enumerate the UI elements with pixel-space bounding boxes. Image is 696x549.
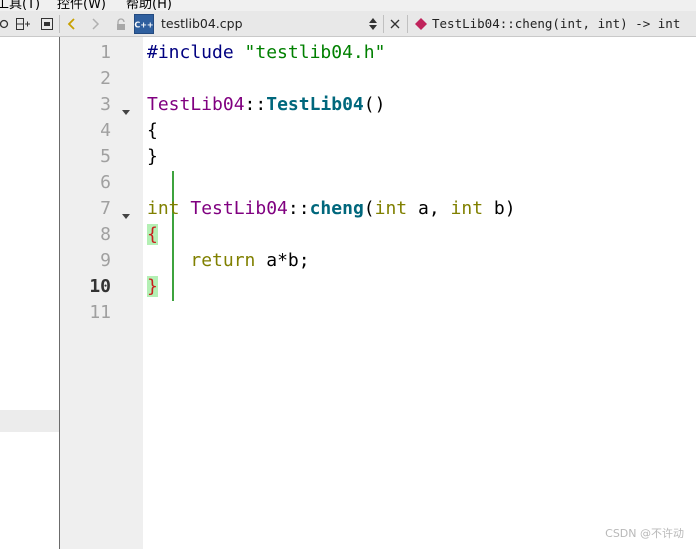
param-name: b — [493, 198, 505, 219]
current-line-number: 10 — [89, 276, 111, 297]
symbol-icon — [414, 11, 428, 37]
menu-bar: 工具(T) 控件(W) 帮助(H) — [0, 0, 696, 11]
parentheses: () — [363, 94, 386, 115]
function-name: cheng — [309, 198, 364, 219]
line-number: 11 — [89, 302, 111, 323]
fold-marker-icon[interactable] — [122, 205, 130, 219]
return-type: int — [147, 198, 180, 219]
symbol-selector[interactable]: TestLib04::cheng(int, int) -> int — [432, 11, 680, 37]
line-number: 2 — [100, 68, 111, 89]
param-type: int — [374, 198, 408, 219]
code-line-8[interactable]: { — [147, 224, 158, 245]
line-number: 7 — [100, 198, 111, 219]
selected-panel-row[interactable] — [0, 410, 59, 432]
go-forward-icon[interactable] — [86, 11, 104, 37]
return-expression: a*b; — [266, 250, 310, 271]
scope-operator: :: — [287, 198, 310, 219]
close-document-icon[interactable] — [386, 11, 404, 37]
fold-marker-icon[interactable] — [122, 101, 130, 115]
code-line-10[interactable]: } — [147, 276, 158, 297]
param-type: int — [450, 198, 484, 219]
code-line-5[interactable]: } — [147, 146, 158, 167]
toolbar-separator — [383, 15, 384, 33]
return-keyword: return — [190, 250, 256, 271]
preprocessor-directive: #include — [147, 42, 234, 63]
line-number: 6 — [100, 172, 111, 193]
close-paren: ) — [504, 198, 516, 219]
cpp-file-icon: C++ — [134, 11, 154, 37]
code-line-1[interactable]: #include "testlib04.h" — [147, 42, 385, 63]
code-line-9[interactable]: return a*b; — [147, 250, 310, 271]
file-type-badge: C++ — [134, 21, 153, 30]
matched-brace: } — [147, 276, 158, 297]
menu-item-help[interactable]: 帮助(H) — [126, 0, 172, 11]
left-side-panel — [0, 37, 60, 549]
code-line-3[interactable]: TestLib04::TestLib04() — [147, 94, 385, 115]
menu-item-controls[interactable]: 控件(W) — [57, 0, 106, 11]
line-number: 4 — [100, 120, 111, 141]
menu-item-tools[interactable]: 工具(T) — [0, 0, 40, 11]
line-number: 8 — [100, 224, 111, 245]
sync-icon[interactable] — [0, 11, 10, 37]
toolbar-separator — [407, 15, 408, 33]
open-paren: ( — [363, 198, 375, 219]
file-name-label[interactable]: testlib04.cpp — [161, 11, 243, 37]
file-dropdown-icon[interactable] — [366, 11, 380, 37]
matched-brace: { — [147, 224, 158, 245]
include-path: "testlib04.h" — [244, 42, 386, 63]
class-name: TestLib04 — [147, 94, 245, 115]
watermark: CSDN @不许动 — [605, 527, 684, 540]
param-name: a — [417, 198, 429, 219]
editor-toolbar: C++ testlib04.cpp TestLib04::cheng(int, … — [0, 11, 696, 37]
line-number: 5 — [100, 146, 111, 167]
code-line-7[interactable]: int TestLib04::cheng(int a, int b) — [147, 198, 516, 219]
toolbar-separator — [59, 15, 60, 33]
change-marker-bar — [172, 171, 174, 301]
go-back-icon[interactable] — [63, 11, 81, 37]
split-add-icon[interactable] — [13, 11, 33, 37]
line-number: 1 — [100, 42, 111, 63]
constructor-name: TestLib04 — [266, 94, 364, 115]
line-number: 9 — [100, 250, 111, 271]
lock-icon[interactable] — [112, 11, 130, 37]
split-view-icon[interactable] — [38, 11, 56, 37]
code-line-4[interactable]: { — [147, 120, 158, 141]
scope-operator: :: — [244, 94, 267, 115]
comma: , — [428, 198, 451, 219]
class-name: TestLib04 — [190, 198, 288, 219]
line-number-gutter: 1 2 3 4 5 6 7 8 9 10 11 — [60, 37, 174, 549]
line-number: 3 — [100, 94, 111, 115]
